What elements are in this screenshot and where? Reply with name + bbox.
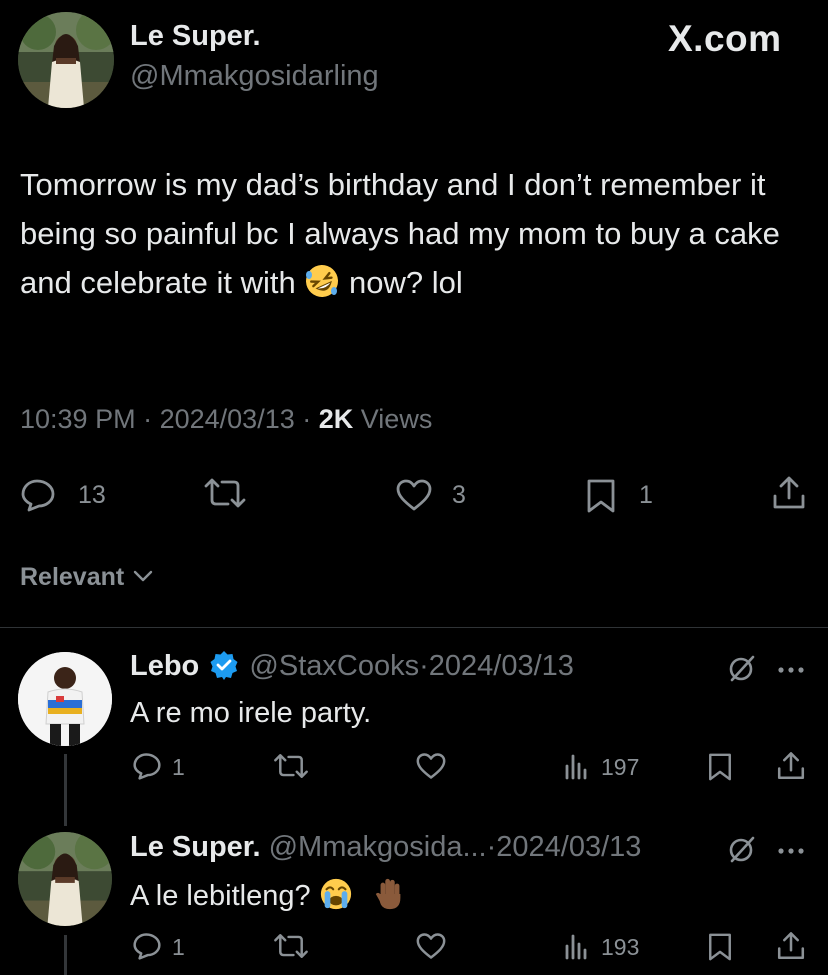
share-button[interactable]: [770, 474, 810, 514]
more-dots-icon: [778, 667, 804, 673]
reply-bookmark-button[interactable]: [707, 752, 733, 787]
reply-icon: [133, 933, 161, 960]
reply-author-name[interactable]: Lebo: [130, 650, 199, 682]
reply-icon: [21, 479, 55, 512]
repost-icon: [274, 934, 308, 958]
analytics-icon: [565, 754, 587, 780]
reply-button[interactable]: 13: [20, 476, 140, 516]
reply-icon: [133, 753, 161, 780]
sort-label: Relevant: [20, 563, 125, 591]
heart-icon: [416, 753, 446, 779]
grok-icon[interactable]: [727, 653, 757, 688]
more-options-button[interactable]: [777, 662, 805, 680]
share-icon: [777, 932, 805, 960]
bookmark-button[interactable]: 1: [585, 476, 665, 516]
verified-badge-icon: [210, 651, 238, 680]
section-divider: [0, 627, 828, 628]
more-options-button[interactable]: [777, 843, 805, 861]
reply-views-button[interactable]: 193: [563, 932, 653, 966]
reply-text-main: A le lebitleng?: [130, 880, 311, 912]
reply-like-button[interactable]: [415, 932, 447, 965]
reply-like-button[interactable]: [415, 752, 447, 785]
bookmark-icon: [587, 479, 615, 513]
header-separator: ·: [486, 831, 497, 863]
reply-reply-count: 1: [172, 934, 185, 960]
reply-repost-button[interactable]: [272, 932, 310, 965]
heart-icon: [396, 479, 432, 511]
like-button[interactable]: 3: [395, 476, 485, 516]
thread-line: [64, 935, 67, 975]
replies-sort-dropdown[interactable]: Relevant: [20, 563, 153, 592]
analytics-icon: [565, 934, 587, 960]
reply-views-button[interactable]: 197: [563, 752, 653, 786]
reply-repost-button[interactable]: [272, 752, 310, 785]
reply-reply-button[interactable]: 1: [132, 932, 202, 966]
crying-face-emoji-icon: [319, 877, 353, 911]
author-avatar[interactable]: [18, 12, 114, 108]
reply-author-handle[interactable]: @Mmakgosida...: [269, 831, 487, 863]
share-icon: [773, 476, 805, 509]
reply-author-name[interactable]: Le Super.: [130, 831, 261, 863]
reply-date[interactable]: 2024/03/13: [429, 650, 574, 682]
reply-views-count: 193: [601, 934, 640, 960]
author-name[interactable]: Le Super.: [130, 20, 261, 53]
share-icon: [777, 752, 805, 780]
reply-views-count: 197: [601, 754, 640, 780]
tweet-meta: 10:39 PM · 2024/03/13 · 2K Views: [20, 404, 432, 435]
reply-avatar[interactable]: [18, 652, 112, 746]
chevron-down-icon: [133, 570, 153, 582]
grok-icon[interactable]: [727, 834, 757, 869]
tweet-time[interactable]: 10:39 PM: [20, 404, 136, 434]
repost-icon: [274, 754, 308, 778]
bookmark-icon: [709, 933, 731, 961]
tweet-date[interactable]: 2024/03/13: [160, 404, 295, 434]
header-separator: ·: [419, 650, 429, 682]
more-dots-icon: [778, 848, 804, 854]
reply-text: A le lebitleng?: [130, 877, 407, 913]
views-label: Views: [360, 404, 433, 434]
reply-share-button[interactable]: [775, 750, 807, 787]
thread-line: [64, 754, 67, 826]
reply-reply-button[interactable]: 1: [132, 752, 202, 786]
reply-avatar[interactable]: [18, 832, 112, 926]
reply-share-button[interactable]: [775, 930, 807, 967]
repost-icon: [204, 478, 246, 508]
reply-bookmark-button[interactable]: [707, 932, 733, 967]
reply-reply-count: 1: [172, 754, 185, 780]
heart-icon: [416, 933, 446, 959]
raised-hand-emoji-icon: [373, 877, 407, 911]
views-count: 2K: [318, 404, 354, 434]
author-handle[interactable]: @Mmakgosidarling: [130, 60, 379, 93]
like-count: 3: [452, 481, 466, 509]
reply-header: Lebo @StaxCooks·2024/03/13: [130, 650, 574, 683]
tweet-text: Tomorrow is my dad’s birthday and I don’…: [20, 160, 815, 307]
bookmark-icon: [709, 753, 731, 781]
x-brand-logo: X.com: [668, 18, 782, 59]
reply-count: 13: [78, 481, 106, 509]
reply-text: A re mo irele party.: [130, 697, 372, 729]
rolling-laughing-emoji-icon: [304, 263, 340, 299]
bookmark-count: 1: [639, 481, 653, 509]
tweet-text-tail: now? lol: [348, 265, 463, 300]
meta-separator: ·: [302, 404, 319, 434]
reply-header: Le Super. @Mmakgosida...·2024/03/13: [130, 831, 641, 864]
reply-date[interactable]: 2024/03/13: [496, 831, 641, 863]
reply-author-handle[interactable]: @StaxCooks: [249, 650, 419, 682]
meta-separator: ·: [143, 404, 160, 434]
repost-button[interactable]: [202, 476, 252, 516]
